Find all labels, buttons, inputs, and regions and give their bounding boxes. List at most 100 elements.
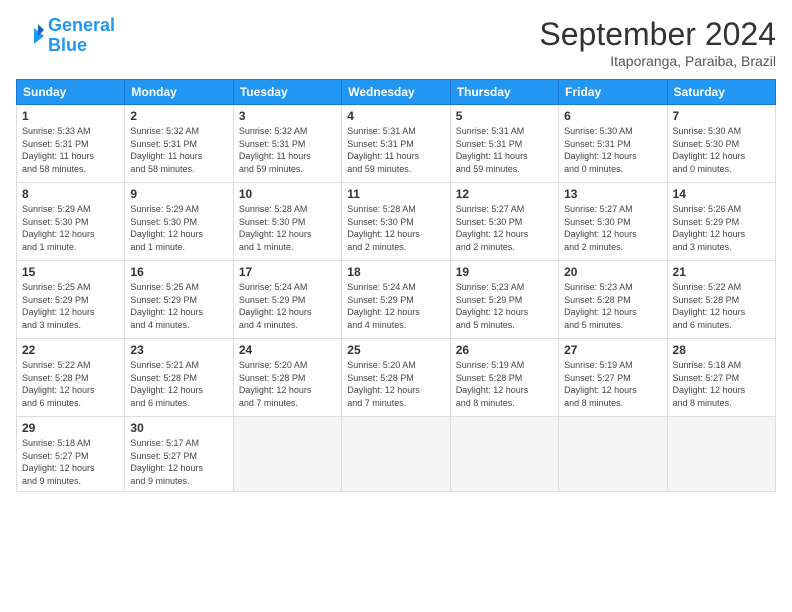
day-number: 8: [22, 187, 119, 201]
day-info: Sunrise: 5:26 AM Sunset: 5:29 PM Dayligh…: [673, 203, 770, 253]
calendar-day-cell: 23 Sunrise: 5:21 AM Sunset: 5:28 PM Dayli…: [125, 339, 233, 417]
calendar-day-cell: 24 Sunrise: 5:20 AM Sunset: 5:28 PM Dayli…: [233, 339, 341, 417]
calendar-day-cell: [450, 417, 558, 492]
calendar-day-cell: 14 Sunrise: 5:26 AM Sunset: 5:29 PM Dayli…: [667, 183, 775, 261]
day-number: 20: [564, 265, 661, 279]
day-info: Sunrise: 5:20 AM Sunset: 5:28 PM Dayligh…: [239, 359, 336, 409]
day-info: Sunrise: 5:20 AM Sunset: 5:28 PM Dayligh…: [347, 359, 444, 409]
day-number: 3: [239, 109, 336, 123]
day-number: 10: [239, 187, 336, 201]
calendar-day-cell: 20 Sunrise: 5:23 AM Sunset: 5:28 PM Dayli…: [559, 261, 667, 339]
day-info: Sunrise: 5:19 AM Sunset: 5:28 PM Dayligh…: [456, 359, 553, 409]
day-info: Sunrise: 5:24 AM Sunset: 5:29 PM Dayligh…: [347, 281, 444, 331]
day-info: Sunrise: 5:23 AM Sunset: 5:29 PM Dayligh…: [456, 281, 553, 331]
day-info: Sunrise: 5:31 AM Sunset: 5:31 PM Dayligh…: [456, 125, 553, 175]
day-info: Sunrise: 5:27 AM Sunset: 5:30 PM Dayligh…: [456, 203, 553, 253]
calendar-day-cell: 27 Sunrise: 5:19 AM Sunset: 5:27 PM Dayli…: [559, 339, 667, 417]
day-number: 29: [22, 421, 119, 435]
day-info: Sunrise: 5:32 AM Sunset: 5:31 PM Dayligh…: [239, 125, 336, 175]
day-number: 18: [347, 265, 444, 279]
calendar-day-cell: 19 Sunrise: 5:23 AM Sunset: 5:29 PM Dayli…: [450, 261, 558, 339]
calendar-day-cell: 3 Sunrise: 5:32 AM Sunset: 5:31 PM Daylig…: [233, 105, 341, 183]
day-info: Sunrise: 5:25 AM Sunset: 5:29 PM Dayligh…: [22, 281, 119, 331]
day-info: Sunrise: 5:22 AM Sunset: 5:28 PM Dayligh…: [673, 281, 770, 331]
day-number: 1: [22, 109, 119, 123]
calendar-day-cell: 18 Sunrise: 5:24 AM Sunset: 5:29 PM Dayli…: [342, 261, 450, 339]
calendar-day-cell: [342, 417, 450, 492]
day-info: Sunrise: 5:21 AM Sunset: 5:28 PM Dayligh…: [130, 359, 227, 409]
calendar-day-header: Wednesday: [342, 80, 450, 105]
calendar-week-row: 1 Sunrise: 5:33 AM Sunset: 5:31 PM Daylig…: [17, 105, 776, 183]
calendar-day-cell: 7Sunrise: 5:30 AM Sunset: 5:30 PM Daylig…: [667, 105, 775, 183]
day-info: Sunrise: 5:32 AM Sunset: 5:31 PM Dayligh…: [130, 125, 227, 175]
day-number: 14: [673, 187, 770, 201]
day-number: 15: [22, 265, 119, 279]
calendar-day-cell: 25 Sunrise: 5:20 AM Sunset: 5:28 PM Dayli…: [342, 339, 450, 417]
calendar-day-header: Thursday: [450, 80, 558, 105]
calendar-day-cell: 11 Sunrise: 5:28 AM Sunset: 5:30 PM Dayli…: [342, 183, 450, 261]
calendar-day-cell: 29Sunrise: 5:18 AM Sunset: 5:27 PM Dayli…: [17, 417, 125, 492]
day-info: Sunrise: 5:24 AM Sunset: 5:29 PM Dayligh…: [239, 281, 336, 331]
calendar-day-cell: 15 Sunrise: 5:25 AM Sunset: 5:29 PM Dayli…: [17, 261, 125, 339]
calendar-day-cell: [667, 417, 775, 492]
day-number: 16: [130, 265, 227, 279]
day-number: 5: [456, 109, 553, 123]
day-number: 22: [22, 343, 119, 357]
calendar-day-cell: 28 Sunrise: 5:18 AM Sunset: 5:27 PM Dayli…: [667, 339, 775, 417]
calendar-day-cell: 12 Sunrise: 5:27 AM Sunset: 5:30 PM Dayli…: [450, 183, 558, 261]
day-info: Sunrise: 5:23 AM Sunset: 5:28 PM Dayligh…: [564, 281, 661, 331]
calendar-day-cell: [559, 417, 667, 492]
page: General Blue September 2024 Itaporanga, …: [0, 0, 792, 612]
day-number: 19: [456, 265, 553, 279]
day-info: Sunrise: 5:27 AM Sunset: 5:30 PM Dayligh…: [564, 203, 661, 253]
calendar-day-header: Sunday: [17, 80, 125, 105]
month-title: September 2024: [539, 16, 776, 53]
calendar-day-cell: 13 Sunrise: 5:27 AM Sunset: 5:30 PM Dayli…: [559, 183, 667, 261]
calendar-day-cell: 17 Sunrise: 5:24 AM Sunset: 5:29 PM Dayli…: [233, 261, 341, 339]
calendar-day-cell: 9Sunrise: 5:29 AM Sunset: 5:30 PM Daylig…: [125, 183, 233, 261]
day-info: Sunrise: 5:28 AM Sunset: 5:30 PM Dayligh…: [239, 203, 336, 253]
day-info: Sunrise: 5:29 AM Sunset: 5:30 PM Dayligh…: [130, 203, 227, 253]
day-info: Sunrise: 5:25 AM Sunset: 5:29 PM Dayligh…: [130, 281, 227, 331]
day-info: Sunrise: 5:18 AM Sunset: 5:27 PM Dayligh…: [673, 359, 770, 409]
calendar-day-cell: 1 Sunrise: 5:33 AM Sunset: 5:31 PM Daylig…: [17, 105, 125, 183]
day-number: 17: [239, 265, 336, 279]
day-number: 25: [347, 343, 444, 357]
day-info: Sunrise: 5:33 AM Sunset: 5:31 PM Dayligh…: [22, 125, 119, 175]
calendar-day-header: Tuesday: [233, 80, 341, 105]
day-info: Sunrise: 5:22 AM Sunset: 5:28 PM Dayligh…: [22, 359, 119, 409]
header: General Blue September 2024 Itaporanga, …: [16, 16, 776, 69]
calendar-day-header: Friday: [559, 80, 667, 105]
calendar-day-header: Monday: [125, 80, 233, 105]
calendar-day-cell: 21Sunrise: 5:22 AM Sunset: 5:28 PM Dayli…: [667, 261, 775, 339]
day-info: Sunrise: 5:28 AM Sunset: 5:30 PM Dayligh…: [347, 203, 444, 253]
day-info: Sunrise: 5:19 AM Sunset: 5:27 PM Dayligh…: [564, 359, 661, 409]
day-number: 26: [456, 343, 553, 357]
day-number: 13: [564, 187, 661, 201]
calendar-day-cell: 6 Sunrise: 5:30 AM Sunset: 5:31 PM Daylig…: [559, 105, 667, 183]
day-number: 28: [673, 343, 770, 357]
day-number: 30: [130, 421, 227, 435]
calendar-day-cell: [233, 417, 341, 492]
calendar-day-cell: 26 Sunrise: 5:19 AM Sunset: 5:28 PM Dayli…: [450, 339, 558, 417]
logo-text: General: [48, 16, 115, 36]
day-number: 12: [456, 187, 553, 201]
calendar-day-header: Saturday: [667, 80, 775, 105]
day-number: 23: [130, 343, 227, 357]
day-number: 11: [347, 187, 444, 201]
calendar-day-cell: 30 Sunrise: 5:17 AM Sunset: 5:27 PM Dayli…: [125, 417, 233, 492]
calendar-day-cell: 5 Sunrise: 5:31 AM Sunset: 5:31 PM Daylig…: [450, 105, 558, 183]
calendar-day-cell: 16 Sunrise: 5:25 AM Sunset: 5:29 PM Dayli…: [125, 261, 233, 339]
day-number: 2: [130, 109, 227, 123]
day-number: 27: [564, 343, 661, 357]
calendar-week-row: 22 Sunrise: 5:22 AM Sunset: 5:28 PM Dayli…: [17, 339, 776, 417]
day-info: Sunrise: 5:30 AM Sunset: 5:31 PM Dayligh…: [564, 125, 661, 175]
calendar-day-cell: 2 Sunrise: 5:32 AM Sunset: 5:31 PM Daylig…: [125, 105, 233, 183]
day-number: 7: [673, 109, 770, 123]
calendar-day-cell: 4Sunrise: 5:31 AM Sunset: 5:31 PM Daylig…: [342, 105, 450, 183]
logo-text-blue: Blue: [48, 36, 115, 56]
day-number: 24: [239, 343, 336, 357]
day-info: Sunrise: 5:17 AM Sunset: 5:27 PM Dayligh…: [130, 437, 227, 487]
calendar-day-cell: 10 Sunrise: 5:28 AM Sunset: 5:30 PM Dayli…: [233, 183, 341, 261]
day-number: 6: [564, 109, 661, 123]
